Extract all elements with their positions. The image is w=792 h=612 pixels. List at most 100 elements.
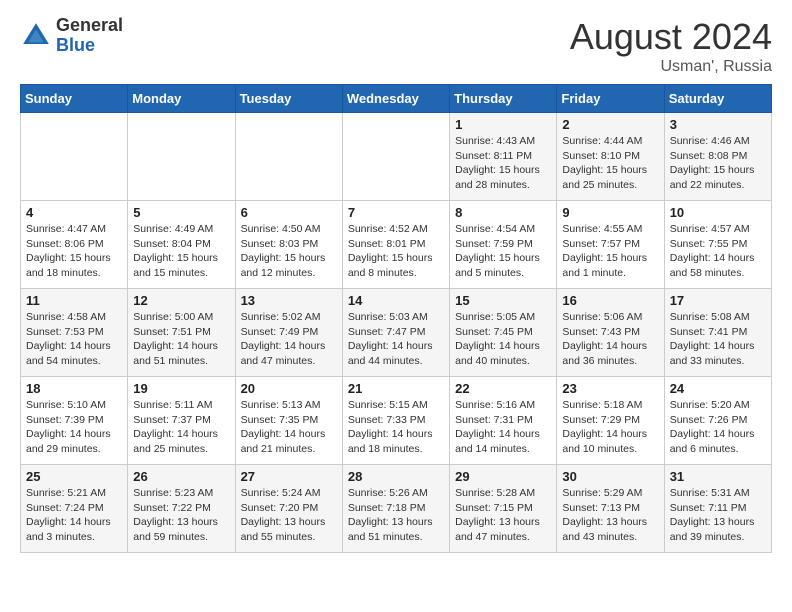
day-number: 5 bbox=[133, 205, 229, 220]
day-info: Sunrise: 4:57 AM Sunset: 7:55 PM Dayligh… bbox=[670, 222, 766, 281]
day-info: Sunrise: 4:58 AM Sunset: 7:53 PM Dayligh… bbox=[26, 310, 122, 369]
day-number: 31 bbox=[670, 469, 766, 484]
title-area: August 2024 Usman', Russia bbox=[570, 16, 772, 76]
weekday-header-saturday: Saturday bbox=[664, 85, 771, 113]
calendar-cell: 26 Sunrise: 5:23 AM Sunset: 7:22 PM Dayli… bbox=[128, 465, 235, 553]
logo-icon bbox=[20, 20, 52, 52]
calendar-cell: 24Sunrise: 5:20 AM Sunset: 7:26 PM Dayli… bbox=[664, 377, 771, 465]
calendar-cell: 14 Sunrise: 5:03 AM Sunset: 7:47 PM Dayli… bbox=[342, 289, 449, 377]
calendar-cell: 5 Sunrise: 4:49 AM Sunset: 8:04 PM Daylig… bbox=[128, 201, 235, 289]
day-info: Sunrise: 5:31 AM Sunset: 7:11 PM Dayligh… bbox=[670, 486, 766, 545]
calendar-cell: 23Sunrise: 5:18 AM Sunset: 7:29 PM Dayli… bbox=[557, 377, 664, 465]
day-info: Sunrise: 5:24 AM Sunset: 7:20 PM Dayligh… bbox=[241, 486, 337, 545]
day-number: 30 bbox=[562, 469, 658, 484]
day-info: Sunrise: 5:28 AM Sunset: 7:15 PM Dayligh… bbox=[455, 486, 551, 545]
day-info: Sunrise: 5:03 AM Sunset: 7:47 PM Dayligh… bbox=[348, 310, 444, 369]
day-number: 29 bbox=[455, 469, 551, 484]
day-number: 17 bbox=[670, 293, 766, 308]
day-number: 28 bbox=[348, 469, 444, 484]
day-number: 7 bbox=[348, 205, 444, 220]
day-info: Sunrise: 4:55 AM Sunset: 7:57 PM Dayligh… bbox=[562, 222, 658, 281]
day-info: Sunrise: 5:23 AM Sunset: 7:22 PM Dayligh… bbox=[133, 486, 229, 545]
calendar-cell bbox=[235, 113, 342, 201]
day-info: Sunrise: 5:13 AM Sunset: 7:35 PM Dayligh… bbox=[241, 398, 337, 457]
day-info: Sunrise: 4:49 AM Sunset: 8:04 PM Dayligh… bbox=[133, 222, 229, 281]
weekday-header-sunday: Sunday bbox=[21, 85, 128, 113]
day-info: Sunrise: 5:08 AM Sunset: 7:41 PM Dayligh… bbox=[670, 310, 766, 369]
weekday-header-friday: Friday bbox=[557, 85, 664, 113]
calendar-cell: 7 Sunrise: 4:52 AM Sunset: 8:01 PM Daylig… bbox=[342, 201, 449, 289]
day-number: 26 bbox=[133, 469, 229, 484]
day-info: Sunrise: 4:52 AM Sunset: 8:01 PM Dayligh… bbox=[348, 222, 444, 281]
calendar-cell: 6 Sunrise: 4:50 AM Sunset: 8:03 PM Daylig… bbox=[235, 201, 342, 289]
day-info: Sunrise: 5:20 AM Sunset: 7:26 PM Dayligh… bbox=[670, 398, 766, 457]
day-number: 10 bbox=[670, 205, 766, 220]
day-number: 21 bbox=[348, 381, 444, 396]
day-info: Sunrise: 5:21 AM Sunset: 7:24 PM Dayligh… bbox=[26, 486, 122, 545]
day-info: Sunrise: 4:50 AM Sunset: 8:03 PM Dayligh… bbox=[241, 222, 337, 281]
day-info: Sunrise: 4:44 AM Sunset: 8:10 PM Dayligh… bbox=[562, 134, 658, 193]
calendar-cell: 9 Sunrise: 4:55 AM Sunset: 7:57 PM Daylig… bbox=[557, 201, 664, 289]
day-info: Sunrise: 5:18 AM Sunset: 7:29 PM Dayligh… bbox=[562, 398, 658, 457]
calendar-cell: 20Sunrise: 5:13 AM Sunset: 7:35 PM Dayli… bbox=[235, 377, 342, 465]
calendar-cell: 31 Sunrise: 5:31 AM Sunset: 7:11 PM Dayli… bbox=[664, 465, 771, 553]
calendar-week-row: 25Sunrise: 5:21 AM Sunset: 7:24 PM Dayli… bbox=[21, 465, 772, 553]
day-number: 27 bbox=[241, 469, 337, 484]
day-info: Sunrise: 5:26 AM Sunset: 7:18 PM Dayligh… bbox=[348, 486, 444, 545]
day-info: Sunrise: 5:06 AM Sunset: 7:43 PM Dayligh… bbox=[562, 310, 658, 369]
weekday-header-monday: Monday bbox=[128, 85, 235, 113]
day-number: 3 bbox=[670, 117, 766, 132]
calendar-week-row: 4Sunrise: 4:47 AM Sunset: 8:06 PM Daylig… bbox=[21, 201, 772, 289]
calendar-week-row: 18Sunrise: 5:10 AM Sunset: 7:39 PM Dayli… bbox=[21, 377, 772, 465]
weekday-header-tuesday: Tuesday bbox=[235, 85, 342, 113]
location: Usman', Russia bbox=[570, 58, 772, 76]
day-number: 14 bbox=[348, 293, 444, 308]
weekday-header-row: SundayMondayTuesdayWednesdayThursdayFrid… bbox=[21, 85, 772, 113]
day-number: 6 bbox=[241, 205, 337, 220]
day-number: 18 bbox=[26, 381, 122, 396]
calendar-cell: 29 Sunrise: 5:28 AM Sunset: 7:15 PM Dayli… bbox=[450, 465, 557, 553]
page-header: General Blue August 2024 Usman', Russia bbox=[20, 16, 772, 76]
logo: General Blue bbox=[20, 16, 123, 56]
calendar-week-row: 1 Sunrise: 4:43 AM Sunset: 8:11 PM Daylig… bbox=[21, 113, 772, 201]
day-info: Sunrise: 5:15 AM Sunset: 7:33 PM Dayligh… bbox=[348, 398, 444, 457]
day-info: Sunrise: 4:43 AM Sunset: 8:11 PM Dayligh… bbox=[455, 134, 551, 193]
day-number: 11 bbox=[26, 293, 122, 308]
calendar-cell: 21 Sunrise: 5:15 AM Sunset: 7:33 PM Dayli… bbox=[342, 377, 449, 465]
day-info: Sunrise: 4:54 AM Sunset: 7:59 PM Dayligh… bbox=[455, 222, 551, 281]
calendar-cell: 16 Sunrise: 5:06 AM Sunset: 7:43 PM Dayli… bbox=[557, 289, 664, 377]
day-info: Sunrise: 4:46 AM Sunset: 8:08 PM Dayligh… bbox=[670, 134, 766, 193]
calendar-cell: 27 Sunrise: 5:24 AM Sunset: 7:20 PM Dayli… bbox=[235, 465, 342, 553]
day-number: 9 bbox=[562, 205, 658, 220]
day-number: 2 bbox=[562, 117, 658, 132]
calendar-cell: 12Sunrise: 5:00 AM Sunset: 7:51 PM Dayli… bbox=[128, 289, 235, 377]
day-number: 19 bbox=[133, 381, 229, 396]
month-year: August 2024 bbox=[570, 16, 772, 58]
calendar-cell: 13Sunrise: 5:02 AM Sunset: 7:49 PM Dayli… bbox=[235, 289, 342, 377]
day-info: Sunrise: 5:05 AM Sunset: 7:45 PM Dayligh… bbox=[455, 310, 551, 369]
calendar-cell: 22 Sunrise: 5:16 AM Sunset: 7:31 PM Dayli… bbox=[450, 377, 557, 465]
day-info: Sunrise: 5:29 AM Sunset: 7:13 PM Dayligh… bbox=[562, 486, 658, 545]
calendar-cell: 8Sunrise: 4:54 AM Sunset: 7:59 PM Daylig… bbox=[450, 201, 557, 289]
logo-text: General Blue bbox=[56, 16, 123, 56]
calendar-cell: 18Sunrise: 5:10 AM Sunset: 7:39 PM Dayli… bbox=[21, 377, 128, 465]
day-number: 22 bbox=[455, 381, 551, 396]
calendar-cell: 17 Sunrise: 5:08 AM Sunset: 7:41 PM Dayli… bbox=[664, 289, 771, 377]
weekday-header-thursday: Thursday bbox=[450, 85, 557, 113]
calendar-cell: 10 Sunrise: 4:57 AM Sunset: 7:55 PM Dayli… bbox=[664, 201, 771, 289]
day-number: 15 bbox=[455, 293, 551, 308]
day-number: 16 bbox=[562, 293, 658, 308]
logo-general: General bbox=[56, 15, 123, 35]
calendar-cell: 19 Sunrise: 5:11 AM Sunset: 7:37 PM Dayli… bbox=[128, 377, 235, 465]
day-number: 1 bbox=[455, 117, 551, 132]
calendar-week-row: 11 Sunrise: 4:58 AM Sunset: 7:53 PM Dayli… bbox=[21, 289, 772, 377]
day-info: Sunrise: 5:16 AM Sunset: 7:31 PM Dayligh… bbox=[455, 398, 551, 457]
day-info: Sunrise: 5:00 AM Sunset: 7:51 PM Dayligh… bbox=[133, 310, 229, 369]
day-number: 13 bbox=[241, 293, 337, 308]
calendar-cell: 30 Sunrise: 5:29 AM Sunset: 7:13 PM Dayli… bbox=[557, 465, 664, 553]
calendar-cell: 4Sunrise: 4:47 AM Sunset: 8:06 PM Daylig… bbox=[21, 201, 128, 289]
calendar-cell: 28 Sunrise: 5:26 AM Sunset: 7:18 PM Dayli… bbox=[342, 465, 449, 553]
calendar-cell: 15 Sunrise: 5:05 AM Sunset: 7:45 PM Dayli… bbox=[450, 289, 557, 377]
calendar-cell bbox=[342, 113, 449, 201]
day-info: Sunrise: 5:11 AM Sunset: 7:37 PM Dayligh… bbox=[133, 398, 229, 457]
